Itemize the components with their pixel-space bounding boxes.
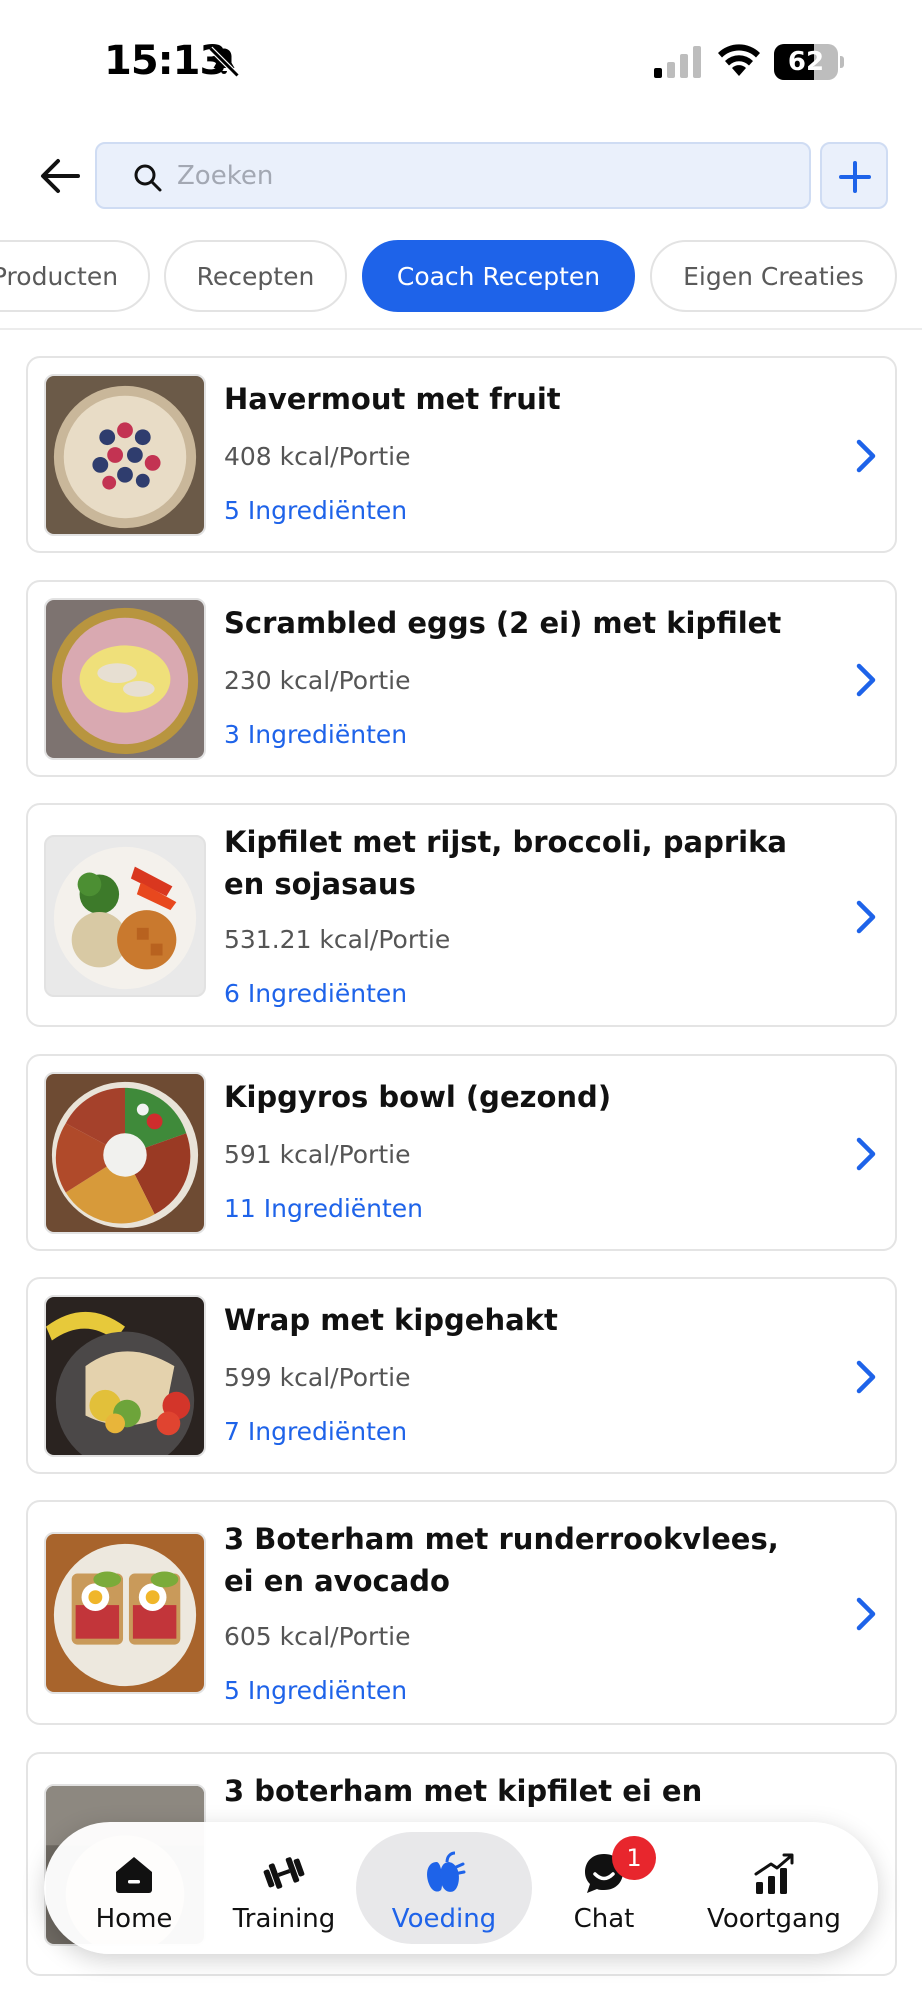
recipe-kcal: 605 kcal/Portie (224, 1622, 411, 1651)
nav-label: Training (232, 1904, 336, 1934)
chevron-right-icon (856, 663, 876, 697)
recipe-card[interactable]: Kipgyros bowl (gezond) 591 kcal/Portie 1… (26, 1054, 897, 1251)
recipe-kcal: 230 kcal/Portie (224, 666, 411, 695)
notification-badge: 1 (612, 1836, 656, 1880)
recipe-image (44, 1072, 206, 1234)
nav-home[interactable]: Home (84, 1822, 184, 1954)
recipe-image (44, 1532, 206, 1694)
chevron-right-icon (856, 1597, 876, 1631)
chevron-right-icon (856, 1137, 876, 1171)
recipe-title: Havermout met fruit (224, 382, 561, 416)
nav-voortgang[interactable]: Voortgang (694, 1822, 854, 1954)
recipe-ingredients: 5 Ingrediënten (224, 496, 408, 525)
recipe-card[interactable]: Kipfilet met rijst, broccoli, paprika en… (26, 803, 897, 1027)
tab-producten[interactable]: Producten (0, 240, 150, 312)
recipe-title: 3 Boterham met runderrookvlees, ei en av… (224, 1522, 779, 1598)
food-icon (427, 1851, 466, 1892)
recipe-ingredients: 7 Ingrediënten (224, 1417, 408, 1446)
recipe-card[interactable]: Havermout met fruit 408 kcal/Portie 5 In… (26, 356, 897, 553)
nav-voeding[interactable]: Voeding (356, 1822, 532, 1954)
recipe-title: Kipgyros bowl (gezond) (224, 1080, 612, 1114)
dumbbell-icon (263, 1857, 305, 1889)
recipe-ingredients: 6 Ingrediënten (224, 979, 408, 1008)
arrow-left-icon[interactable] (38, 156, 82, 196)
recipe-image (44, 1295, 206, 1457)
recipe-card[interactable]: Wrap met kipgehakt 599 kcal/Portie 7 Ing… (26, 1277, 897, 1474)
nav-label: Voortgang (707, 1904, 841, 1934)
recipe-kcal: 531.21 kcal/Portie (224, 925, 451, 954)
status-bar: 15:13 62 (0, 0, 922, 120)
tab-eigen-creaties[interactable]: Eigen Creaties (650, 240, 897, 312)
tab-label: Coach Recepten (396, 261, 601, 291)
nav-label: Home (95, 1904, 173, 1934)
plus-icon (839, 161, 871, 193)
search-icon (134, 164, 162, 192)
tab-label: Recepten (196, 261, 315, 291)
battery-percentage: 62 (787, 47, 825, 77)
nav-label: Chat (573, 1904, 635, 1934)
recipe-title: Scrambled eggs (2 ei) met kipfilet (224, 606, 782, 640)
recipe-kcal: 408 kcal/Portie (224, 442, 411, 471)
recipe-card[interactable]: Scrambled eggs (2 ei) met kipfilet 230 k… (26, 580, 897, 777)
nav-training[interactable]: Training (224, 1822, 344, 1954)
add-button[interactable] (820, 142, 888, 209)
nav-label: Voeding (391, 1904, 497, 1934)
recipe-title: Kipfilet met rijst, broccoli, paprika en… (224, 825, 787, 901)
recipe-image (44, 598, 206, 760)
search-bar[interactable] (95, 142, 811, 209)
chevron-right-icon (856, 439, 876, 473)
recipe-card[interactable]: 3 Boterham met runderrookvlees, ei en av… (26, 1500, 897, 1725)
recipe-kcal: 591 kcal/Portie (224, 1140, 411, 1169)
progress-chart-icon (754, 1853, 794, 1894)
bell-slash-icon (208, 46, 240, 78)
recipe-title: 3 boterham met kipfilet ei en (224, 1774, 703, 1808)
tab-recepten[interactable]: Recepten (164, 240, 347, 312)
home-icon (116, 1857, 152, 1893)
recipe-image (44, 374, 206, 536)
divider (0, 328, 922, 330)
bottom-navigation: Home Training Voeding Chat 1 Voortgang (44, 1822, 878, 1954)
recipe-image (44, 835, 206, 997)
recipe-title: Wrap met kipgehakt (224, 1303, 558, 1337)
chevron-right-icon (856, 1360, 876, 1394)
recipe-ingredients: 11 Ingrediënten (224, 1194, 424, 1223)
recipe-ingredients: 3 Ingrediënten (224, 720, 408, 749)
tab-label: Producten (0, 261, 119, 291)
recipe-kcal: 599 kcal/Portie (224, 1363, 411, 1392)
tab-label: Eigen Creaties (683, 261, 864, 291)
chevron-right-icon (856, 900, 876, 934)
category-tabs: Producten Recepten Coach Recepten Eigen … (0, 240, 922, 316)
tab-coach-recepten[interactable]: Coach Recepten (362, 240, 635, 312)
battery-icon: 62 (774, 44, 844, 80)
cellular-signal-icon (654, 46, 701, 78)
search-input[interactable] (177, 156, 777, 196)
recipe-ingredients: 5 Ingrediënten (224, 1676, 408, 1705)
wifi-icon (718, 44, 760, 76)
